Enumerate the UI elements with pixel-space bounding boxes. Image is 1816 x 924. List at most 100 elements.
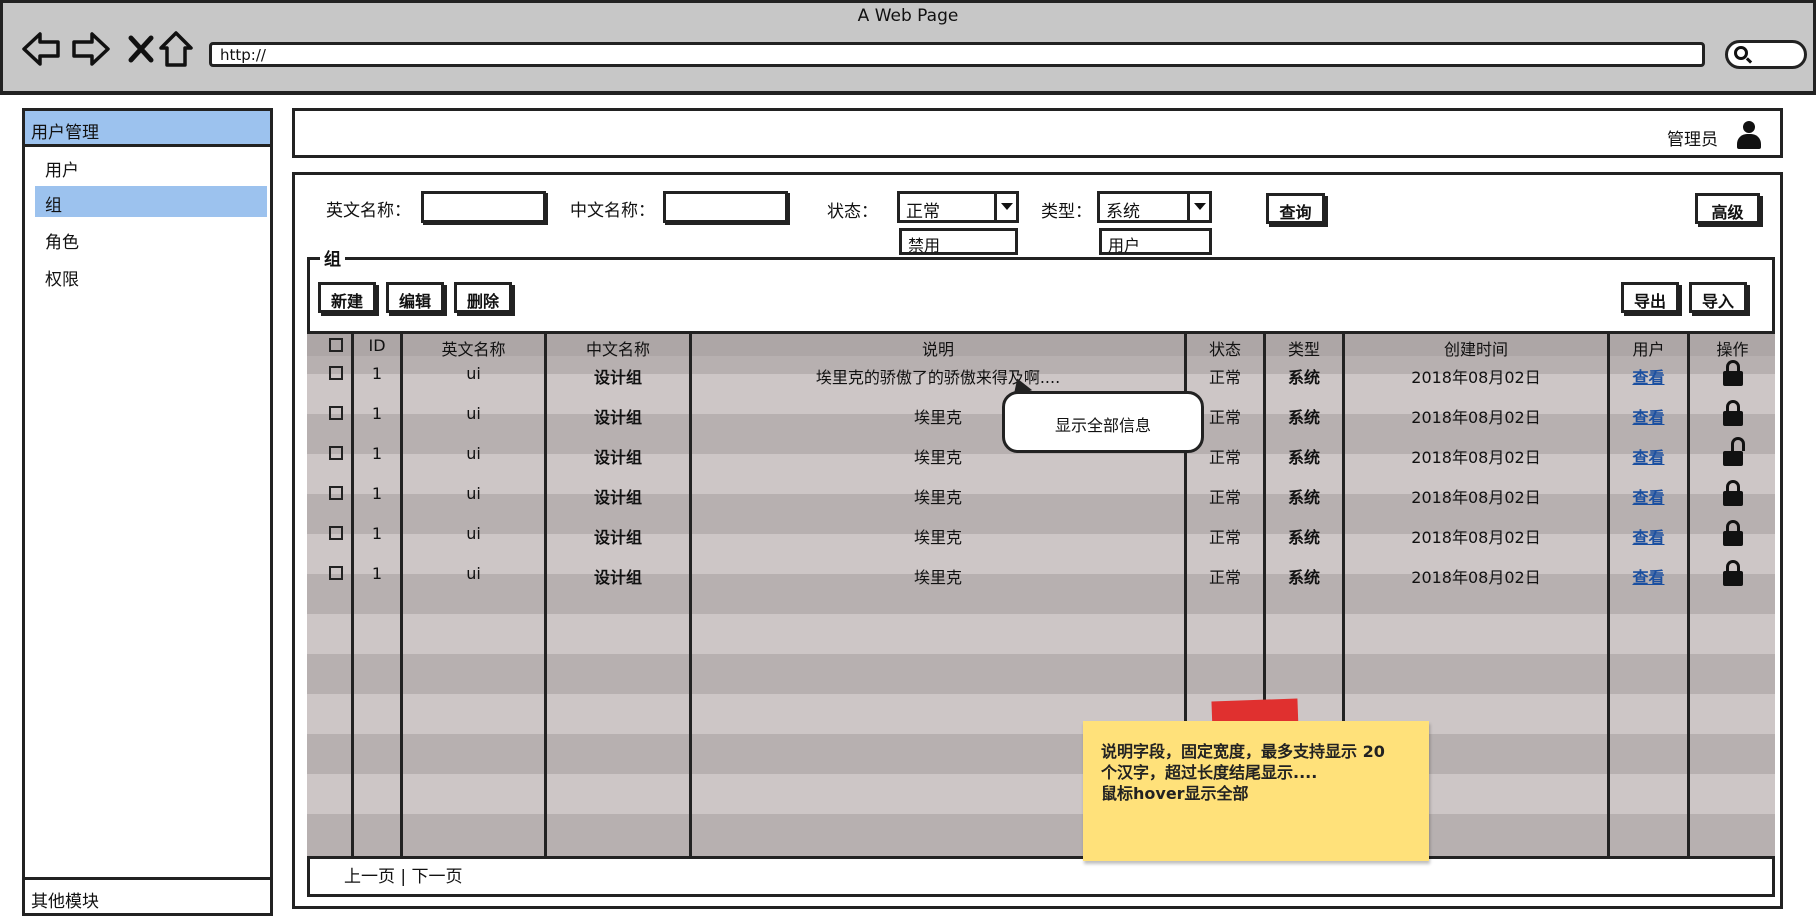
cn-name-input[interactable]: [663, 191, 788, 223]
chevron-down-icon[interactable]: [994, 194, 1016, 220]
unlock-icon[interactable]: [1723, 437, 1745, 466]
view-users-link[interactable]: 查看: [1610, 524, 1687, 548]
cell-created: 2018年08月02日: [1411, 368, 1541, 387]
header-actions: 操作: [1716, 340, 1749, 359]
cell-created: 2018年08月02日: [1411, 448, 1541, 467]
chevron-down-icon[interactable]: [1187, 194, 1209, 220]
type-option[interactable]: 用户: [1099, 228, 1212, 255]
header-bar: 管理员: [292, 108, 1783, 158]
row-checkbox[interactable]: [329, 486, 343, 500]
type-select[interactable]: 系统: [1097, 191, 1212, 223]
select-all-checkbox[interactable]: [329, 338, 343, 352]
home-icon[interactable]: [156, 29, 196, 69]
cell-type: 系统: [1287, 408, 1320, 427]
sidebar-item-user[interactable]: 用户: [35, 151, 267, 182]
close-icon[interactable]: [121, 29, 161, 69]
cell-created: 2018年08月02日: [1411, 488, 1541, 507]
edit-button[interactable]: 编辑: [386, 282, 444, 313]
cell-description[interactable]: 埃里克: [692, 524, 1184, 548]
status-label: 状态：: [827, 202, 878, 222]
cell-en-name: ui: [466, 364, 481, 383]
url-bar[interactable]: http://: [209, 42, 1705, 67]
cell-cn-name: 设计组: [593, 448, 642, 467]
cell-type: 系统: [1287, 568, 1320, 587]
description-tooltip: 显示全部信息: [1002, 391, 1204, 453]
header-cn-name: 中文名称: [585, 340, 650, 359]
lock-icon[interactable]: [1723, 360, 1743, 386]
view-users-link[interactable]: 查看: [1610, 404, 1687, 428]
sidebar-item-role[interactable]: 角色: [35, 223, 267, 254]
header-created: 创建时间: [1443, 340, 1508, 359]
cell-type: 系统: [1287, 368, 1320, 387]
view-users-link[interactable]: 查看: [1610, 484, 1687, 508]
type-label: 类型：: [1041, 202, 1092, 222]
sidebar-footer[interactable]: 其他模块: [25, 877, 270, 913]
cell-en-name: ui: [466, 484, 481, 503]
sidebar-item-permission[interactable]: 权限: [35, 260, 267, 291]
cell-id: 1: [371, 364, 383, 383]
cell-created: 2018年08月02日: [1411, 408, 1541, 427]
export-button[interactable]: 导出: [1621, 282, 1679, 313]
view-users-link[interactable]: 查看: [1610, 444, 1687, 468]
note-line-2: 个汉字，超过长度结尾显示....: [1101, 763, 1318, 782]
status-select[interactable]: 正常: [897, 191, 1019, 223]
cn-name-label: 中文名称：: [570, 201, 655, 221]
cell-cn-name: 设计组: [593, 408, 642, 427]
lock-icon[interactable]: [1723, 560, 1743, 586]
lock-icon[interactable]: [1723, 480, 1743, 506]
row-checkbox[interactable]: [329, 406, 343, 420]
cell-created: 2018年08月02日: [1411, 568, 1541, 587]
cell-id: 1: [371, 444, 383, 463]
cell-status: 正常: [1208, 368, 1241, 387]
advanced-button[interactable]: 高级: [1695, 193, 1760, 224]
row-checkbox[interactable]: [329, 526, 343, 540]
forward-icon[interactable]: [71, 29, 111, 69]
admin-label[interactable]: 管理员: [1667, 125, 1718, 150]
header-status: 状态: [1208, 340, 1241, 359]
cell-type: 系统: [1287, 488, 1320, 507]
sidebar-item-group[interactable]: 组: [35, 186, 267, 217]
row-checkbox[interactable]: [329, 446, 343, 460]
cell-status: 正常: [1208, 528, 1241, 547]
cell-type: 系统: [1287, 528, 1320, 547]
sidebar-header[interactable]: 用户管理: [25, 111, 270, 147]
lock-icon[interactable]: [1723, 520, 1743, 546]
header-en-name: 英文名称: [441, 340, 506, 359]
header-id: ID: [368, 336, 386, 355]
cell-status: 正常: [1208, 488, 1241, 507]
cell-cn-name: 设计组: [593, 568, 642, 587]
pagination[interactable]: 上一页 | 下一页: [344, 862, 463, 887]
cell-cn-name: 设计组: [593, 488, 642, 507]
cell-status: 正常: [1208, 568, 1241, 587]
delete-button[interactable]: 删除: [454, 282, 512, 313]
row-checkbox[interactable]: [329, 566, 343, 580]
browser-search[interactable]: [1725, 40, 1807, 69]
en-name-label: 英文名称：: [326, 201, 411, 221]
import-button[interactable]: 导入: [1689, 282, 1747, 313]
cell-type: 系统: [1287, 448, 1320, 467]
query-button[interactable]: 查询: [1266, 193, 1325, 224]
type-select-value: 系统: [1106, 202, 1140, 222]
cell-description[interactable]: 埃里克: [692, 564, 1184, 588]
cell-description[interactable]: 埃里克的骄傲了的骄傲来得及啊....: [692, 364, 1184, 388]
header-user: 用户: [1632, 340, 1665, 359]
annotation-note: 说明字段，固定宽度，最多支持显示 20 个汉字，超过长度结尾显示.... 鼠标h…: [1083, 721, 1429, 861]
lock-icon[interactable]: [1723, 400, 1743, 426]
view-users-link[interactable]: 查看: [1610, 364, 1687, 388]
cell-id: 1: [371, 404, 383, 423]
cell-id: 1: [371, 484, 383, 503]
header-type: 类型: [1287, 340, 1320, 359]
browser-chrome: A Web Page http://: [0, 0, 1816, 95]
en-name-input[interactable]: [421, 191, 546, 223]
cell-created: 2018年08月02日: [1411, 528, 1541, 547]
cell-id: 1: [371, 524, 383, 543]
row-checkbox[interactable]: [329, 366, 343, 380]
view-users-link[interactable]: 查看: [1610, 564, 1687, 588]
status-option[interactable]: 禁用: [899, 228, 1018, 255]
cell-description[interactable]: 埃里克: [692, 484, 1184, 508]
new-button[interactable]: 新建: [318, 282, 376, 313]
user-icon[interactable]: [1736, 121, 1762, 149]
back-icon[interactable]: [21, 29, 61, 69]
cell-en-name: ui: [466, 404, 481, 423]
status-select-value: 正常: [906, 202, 940, 222]
